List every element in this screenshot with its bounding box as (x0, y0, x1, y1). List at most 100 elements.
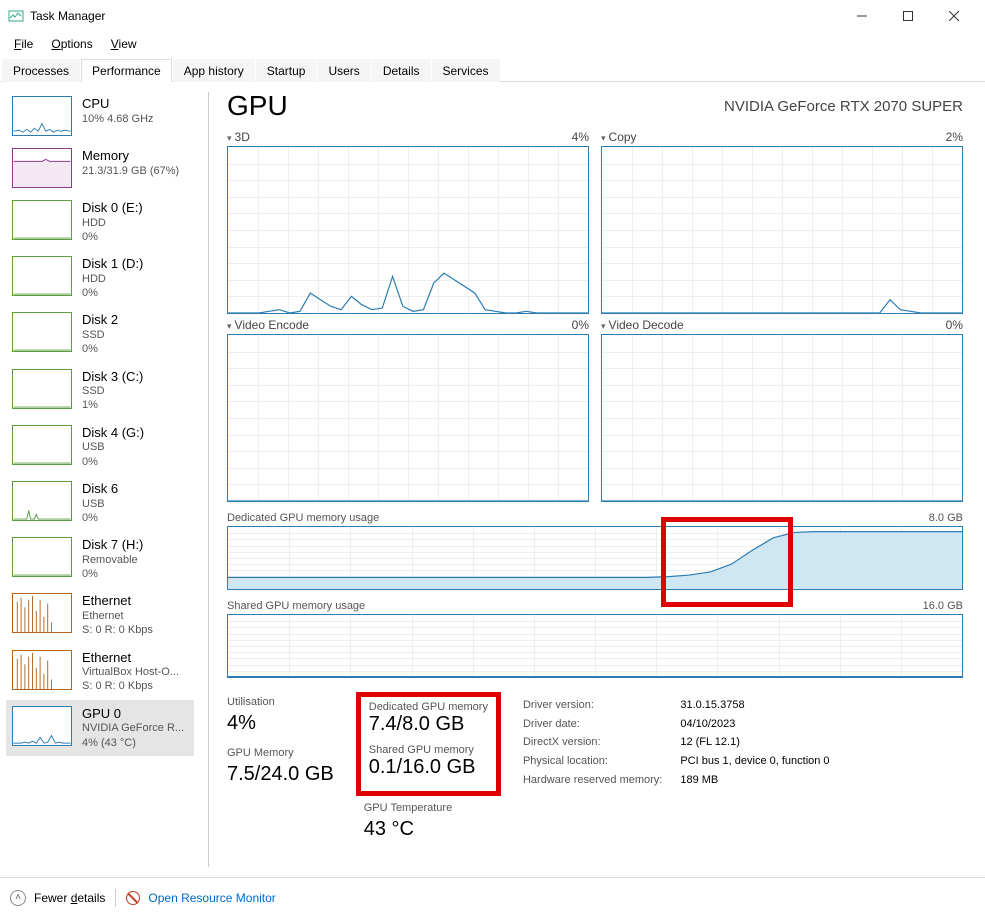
close-button[interactable] (931, 0, 977, 32)
stat-utilisation-label: Utilisation (227, 696, 334, 708)
menu-file[interactable]: File (6, 35, 41, 53)
sidebar-thumbnail (12, 200, 72, 240)
graph-dedicated-memory[interactable] (227, 526, 963, 590)
sidebar-thumbnail (12, 256, 72, 296)
device-name: NVIDIA GeForce RTX 2070 SUPER (724, 98, 963, 115)
info-hwreserved-label: Hardware reserved memory: (523, 771, 662, 790)
sidebar-item-disk-7-h-[interactable]: Disk 7 (H:)Removable0% (6, 531, 194, 587)
graph-copy-header[interactable]: ▾Copy2% (601, 130, 963, 144)
sidebar-item-line3: 0% (82, 342, 118, 356)
sidebar-item-line3: S: 0 R: 0 Kbps (82, 679, 179, 693)
sidebar-item-line3: 0% (82, 230, 143, 244)
sidebar-thumbnail (12, 148, 72, 188)
sidebar-item-title: Disk 2 (82, 312, 118, 328)
dedicated-mem-label: Dedicated GPU memory usage (227, 512, 379, 524)
sidebar-item-line2: Removable (82, 553, 143, 567)
sidebar-item-memory[interactable]: Memory21.3/31.9 GB (67%) (6, 142, 194, 194)
sidebar-thumbnail (12, 706, 72, 746)
graph-copy[interactable] (601, 146, 963, 314)
sidebar: CPU10% 4.68 GHzMemory21.3/31.9 GB (67%)D… (0, 82, 200, 877)
sidebar-item-line2: HDD (82, 216, 143, 230)
sidebar-item-gpu-0[interactable]: GPU 0NVIDIA GeForce R...4% (43 °C) (6, 700, 194, 756)
window-title: Task Manager (30, 9, 839, 23)
stat-shared-label: Shared GPU memory (369, 744, 488, 756)
sidebar-thumbnail (12, 481, 72, 521)
sidebar-item-line2: HDD (82, 272, 143, 286)
info-directx-value: 12 (FL 12.1) (680, 733, 829, 752)
chevron-down-icon: ▾ (601, 133, 606, 143)
chevron-down-icon: ▾ (601, 321, 606, 331)
stat-dedicated-value: 7.4/8.0 GB (369, 713, 488, 736)
sidebar-item-ethernet[interactable]: EthernetVirtualBox Host-O...S: 0 R: 0 Kb… (6, 644, 194, 700)
sidebar-thumbnail (12, 96, 72, 136)
stat-temperature-value: 43 °C (364, 818, 493, 841)
shared-mem-max: 16.0 GB (923, 600, 963, 612)
tab-startup[interactable]: Startup (256, 59, 317, 82)
chevron-down-icon: ▾ (227, 321, 232, 331)
page-title: GPU (227, 90, 288, 122)
sidebar-item-disk-6[interactable]: Disk 6USB0% (6, 475, 194, 531)
tab-app-history[interactable]: App history (173, 59, 255, 82)
tab-processes[interactable]: Processes (2, 59, 80, 82)
sidebar-thumbnail (12, 593, 72, 633)
tab-services[interactable]: Services (432, 59, 500, 82)
menu-view[interactable]: View (103, 35, 145, 53)
sidebar-item-disk-1-d-[interactable]: Disk 1 (D:)HDD0% (6, 250, 194, 306)
stat-shared-value: 0.1/16.0 GB (369, 756, 488, 779)
sidebar-item-line3: 0% (82, 511, 118, 525)
stat-temperature-label: GPU Temperature (364, 802, 493, 814)
sidebar-item-title: Ethernet (82, 650, 179, 666)
main-panel: GPU NVIDIA GeForce RTX 2070 SUPER ▾3D4% … (217, 82, 985, 877)
titlebar: Task Manager (0, 0, 985, 32)
sidebar-item-title: Disk 6 (82, 481, 118, 497)
chevron-up-icon[interactable]: ˄ (10, 890, 26, 906)
sidebar-item-title: Disk 4 (G:) (82, 425, 144, 441)
open-resource-monitor-link[interactable]: Open Resource Monitor (148, 891, 275, 905)
sidebar-item-disk-2[interactable]: Disk 2SSD0% (6, 306, 194, 362)
sidebar-item-line2: SSD (82, 328, 118, 342)
sidebar-item-line2: SSD (82, 384, 143, 398)
sidebar-item-disk-0-e-[interactable]: Disk 0 (E:)HDD0% (6, 194, 194, 250)
sidebar-item-line2: VirtualBox Host-O... (82, 665, 179, 679)
stat-gpu-memory-value: 7.5/24.0 GB (227, 763, 334, 786)
fewer-details-button[interactable]: Fewer details (34, 891, 105, 905)
sidebar-item-line2: USB (82, 497, 118, 511)
shared-mem-label: Shared GPU memory usage (227, 600, 365, 612)
sidebar-thumbnail (12, 650, 72, 690)
tab-performance[interactable]: Performance (81, 59, 172, 82)
maximize-button[interactable] (885, 0, 931, 32)
tab-details[interactable]: Details (372, 59, 431, 82)
sidebar-item-line3: 0% (82, 567, 143, 581)
graph-3d-header[interactable]: ▾3D4% (227, 130, 589, 144)
sidebar-item-title: Disk 3 (C:) (82, 369, 143, 385)
sidebar-item-line2: 21.3/31.9 GB (67%) (82, 164, 179, 178)
tab-users[interactable]: Users (317, 59, 370, 82)
sidebar-item-title: Memory (82, 148, 179, 164)
sidebar-item-title: Ethernet (82, 593, 153, 609)
sidebar-item-cpu[interactable]: CPU10% 4.68 GHz (6, 90, 194, 142)
sidebar-item-ethernet[interactable]: EthernetEthernetS: 0 R: 0 Kbps (6, 587, 194, 643)
sidebar-item-line2: USB (82, 440, 144, 454)
sidebar-item-line3: 0% (82, 455, 144, 469)
graph-video-encode[interactable] (227, 334, 589, 502)
info-location-label: Physical location: (523, 752, 662, 771)
graph-video-decode-header[interactable]: ▾Video Decode0% (601, 318, 963, 332)
sidebar-item-title: CPU (82, 96, 154, 112)
sidebar-item-disk-3-c-[interactable]: Disk 3 (C:)SSD1% (6, 363, 194, 419)
divider[interactable] (208, 92, 209, 867)
graph-3d[interactable] (227, 146, 589, 314)
info-directx-label: DirectX version: (523, 733, 662, 752)
menu-options[interactable]: Options (43, 35, 100, 53)
stat-dedicated-label: Dedicated GPU memory (369, 701, 488, 713)
sidebar-item-disk-4-g-[interactable]: Disk 4 (G:)USB0% (6, 419, 194, 475)
minimize-button[interactable] (839, 0, 885, 32)
graph-video-encode-header[interactable]: ▾Video Encode0% (227, 318, 589, 332)
info-driver-version-label: Driver version: (523, 696, 662, 715)
sidebar-thumbnail (12, 369, 72, 409)
footer: ˄ Fewer details Open Resource Monitor (0, 877, 985, 917)
graph-video-decode[interactable] (601, 334, 963, 502)
graph-shared-memory[interactable] (227, 614, 963, 678)
sidebar-item-line2: 10% 4.68 GHz (82, 112, 154, 126)
info-driver-date-value: 04/10/2023 (680, 715, 829, 734)
info-hwreserved-value: 189 MB (680, 771, 829, 790)
